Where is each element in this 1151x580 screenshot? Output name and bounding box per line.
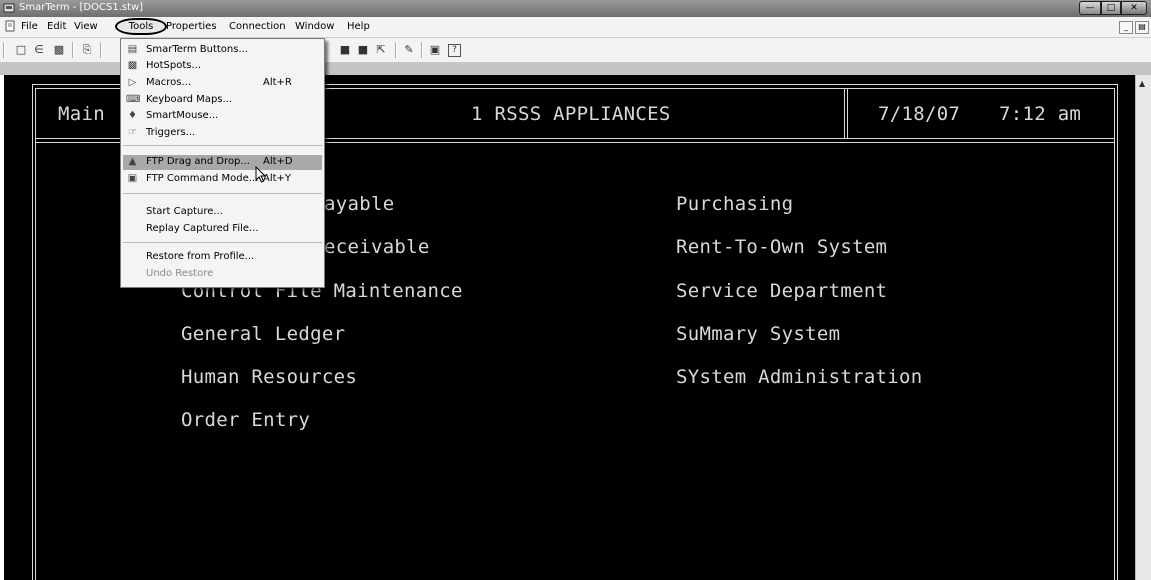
minimize-button[interactable]: — — [1079, 1, 1101, 15]
menu-item-macros[interactable]: ▷ Macros... Alt+R — [123, 76, 322, 91]
menu-separator — [123, 242, 322, 243]
ftp-icon[interactable]: ⇱ — [374, 43, 388, 57]
toolbar-separator — [72, 42, 74, 58]
menu-item-label: FTP Command Mode... — [146, 173, 259, 184]
frame-line — [35, 88, 36, 580]
window-title: SmarTerm - [DOCS1.stw] — [19, 2, 144, 13]
menu-item-undo-restore: Undo Restore — [123, 267, 322, 282]
maximize-button[interactable]: □ — [1101, 1, 1121, 15]
menu-option-order-entry[interactable]: Order Entry — [181, 409, 310, 431]
window-controls: — □ ✕ — [1079, 1, 1147, 15]
menu-item-label: Undo Restore — [146, 268, 214, 279]
menu-tools[interactable]: Tools — [115, 18, 167, 35]
screen-name: Main — [58, 103, 105, 125]
menu-item-ftp-command-mode[interactable]: ▣ FTP Command Mode... Alt+Y — [123, 172, 322, 187]
toolbar-grip — [3, 42, 5, 58]
menu-view[interactable]: View — [74, 21, 112, 32]
open-icon[interactable]: ∈ — [32, 43, 46, 57]
toolbar-separator — [100, 42, 102, 58]
menu-option-general-ledger[interactable]: General Ledger — [181, 323, 345, 345]
vertical-scrollbar[interactable]: ▲ — [1135, 75, 1151, 580]
menu-option-human-resources[interactable]: Human Resources — [181, 366, 357, 388]
menu-item-label: Macros... — [146, 77, 192, 88]
menu-item-smartmouse[interactable]: ♦ SmartMouse... — [123, 109, 322, 124]
menu-item-label: HotSpots... — [146, 60, 202, 71]
menu-properties-label: Properties — [166, 21, 217, 32]
menu-option-accounts-payable[interactable]: ayable — [324, 193, 394, 215]
toolbar-separator — [395, 42, 397, 58]
close-button[interactable]: ✕ — [1121, 1, 1147, 15]
menu-item-replay-captured-file[interactable]: Replay Captured File... — [123, 222, 322, 237]
menu-item-shortcut: Alt+Y — [263, 173, 292, 184]
frame-line — [1117, 84, 1118, 580]
window-icon[interactable]: ▣ — [428, 43, 442, 57]
menu-option-service-department[interactable]: Service Department — [676, 280, 887, 302]
keyboard-icon: ⌨ — [126, 94, 141, 105]
company-name: 1 RSSS APPLIANCES — [471, 103, 671, 125]
menu-item-shortcut: Alt+D — [263, 156, 293, 167]
menu-option-rent-to-own[interactable]: Rent-To-Own System — [676, 236, 887, 258]
menu-properties[interactable]: Properties — [166, 21, 226, 32]
menu-item-shortcut: Alt+R — [263, 77, 292, 88]
menu-item-smarterm-buttons[interactable]: ▤ SmarTerm Buttons... — [123, 43, 322, 58]
hotspots-icon: ▩ — [127, 60, 138, 71]
help-icon[interactable]: ? — [448, 44, 461, 57]
tools-dropdown-menu: ▤ SmarTerm Buttons... ▩ HotSpots... ▷ Ma… — [120, 38, 325, 288]
title-bar: SmarTerm - [DOCS1.stw] — □ ✕ — [0, 0, 1151, 17]
menu-item-label: Keyboard Maps... — [146, 94, 233, 105]
menu-item-label: SmartMouse... — [146, 110, 219, 121]
menu-item-ftp-drag-and-drop[interactable]: ▲ FTP Drag and Drop... Alt+D — [123, 155, 322, 170]
frame-line — [844, 88, 845, 138]
menu-separator — [123, 193, 322, 194]
menu-option-system-administration[interactable]: SYstem Administration — [676, 366, 923, 388]
scroll-up-icon[interactable]: ▲ — [1139, 79, 1145, 88]
mdi-minimize-button[interactable]: _ — [1119, 21, 1133, 34]
menu-help[interactable]: Help — [347, 21, 370, 32]
menu-item-start-capture[interactable]: Start Capture... — [123, 205, 322, 220]
document-system-icon[interactable] — [4, 20, 16, 32]
menu-bar: File Edit View Tools Properties Connecti… — [0, 17, 1151, 38]
menu-item-triggers[interactable]: ☞ Triggers... — [123, 126, 322, 141]
menu-item-label: Triggers... — [146, 127, 196, 138]
menu-separator — [123, 145, 322, 146]
toolbar-separator — [421, 42, 423, 58]
frame-line — [32, 84, 33, 580]
print-icon[interactable]: ⎘ — [80, 43, 94, 57]
smarterm-app-icon[interactable] — [3, 2, 15, 14]
frame-line — [847, 88, 848, 138]
buttons-icon: ▤ — [127, 44, 138, 55]
save-icon[interactable]: ▩ — [52, 43, 66, 57]
menu-option-summary-system[interactable]: SuMmary System — [676, 323, 840, 345]
menu-item-label: Replay Captured File... — [146, 223, 259, 234]
send-file-icon[interactable]: ■ — [338, 43, 352, 57]
mouse-pointer-icon — [255, 166, 267, 183]
menu-item-label: SmarTerm Buttons... — [146, 44, 248, 55]
macro-play-icon: ▷ — [128, 77, 137, 88]
menu-item-label: Start Capture... — [146, 206, 223, 217]
menu-item-label: FTP Drag and Drop... — [146, 156, 250, 167]
mdi-controls: _ ▤ — [1117, 21, 1149, 34]
current-time: 7:12 am — [999, 103, 1082, 125]
new-icon[interactable]: □ — [14, 43, 28, 57]
menu-file[interactable]: File — [21, 21, 38, 32]
mdi-restore-button[interactable]: ▤ — [1135, 21, 1149, 34]
ftp-drag-icon: ▲ — [128, 156, 137, 167]
menu-window[interactable]: Window — [295, 21, 334, 32]
menu-option-purchasing[interactable]: Purchasing — [676, 193, 793, 215]
menu-item-keyboard-maps[interactable]: ⌨ Keyboard Maps... — [123, 93, 322, 108]
frame-line — [1114, 88, 1115, 580]
menu-option-accounts-receivable[interactable]: eceivable — [324, 236, 430, 258]
menu-item-hotspots[interactable]: ▩ HotSpots... — [123, 59, 322, 74]
edit-pen-icon[interactable]: ✎ — [402, 43, 416, 57]
menu-item-label: Restore from Profile... — [146, 251, 255, 262]
menu-edit[interactable]: Edit — [47, 21, 66, 32]
menu-connection[interactable]: Connection — [229, 21, 286, 32]
menu-item-restore-from-profile[interactable]: Restore from Profile... — [123, 250, 322, 265]
trigger-hand-icon: ☞ — [128, 127, 137, 138]
current-date: 7/18/07 — [878, 103, 961, 125]
ftp-command-icon: ▣ — [127, 173, 138, 184]
receive-file-icon[interactable]: ■ — [356, 43, 370, 57]
mouse-icon: ♦ — [128, 110, 137, 121]
